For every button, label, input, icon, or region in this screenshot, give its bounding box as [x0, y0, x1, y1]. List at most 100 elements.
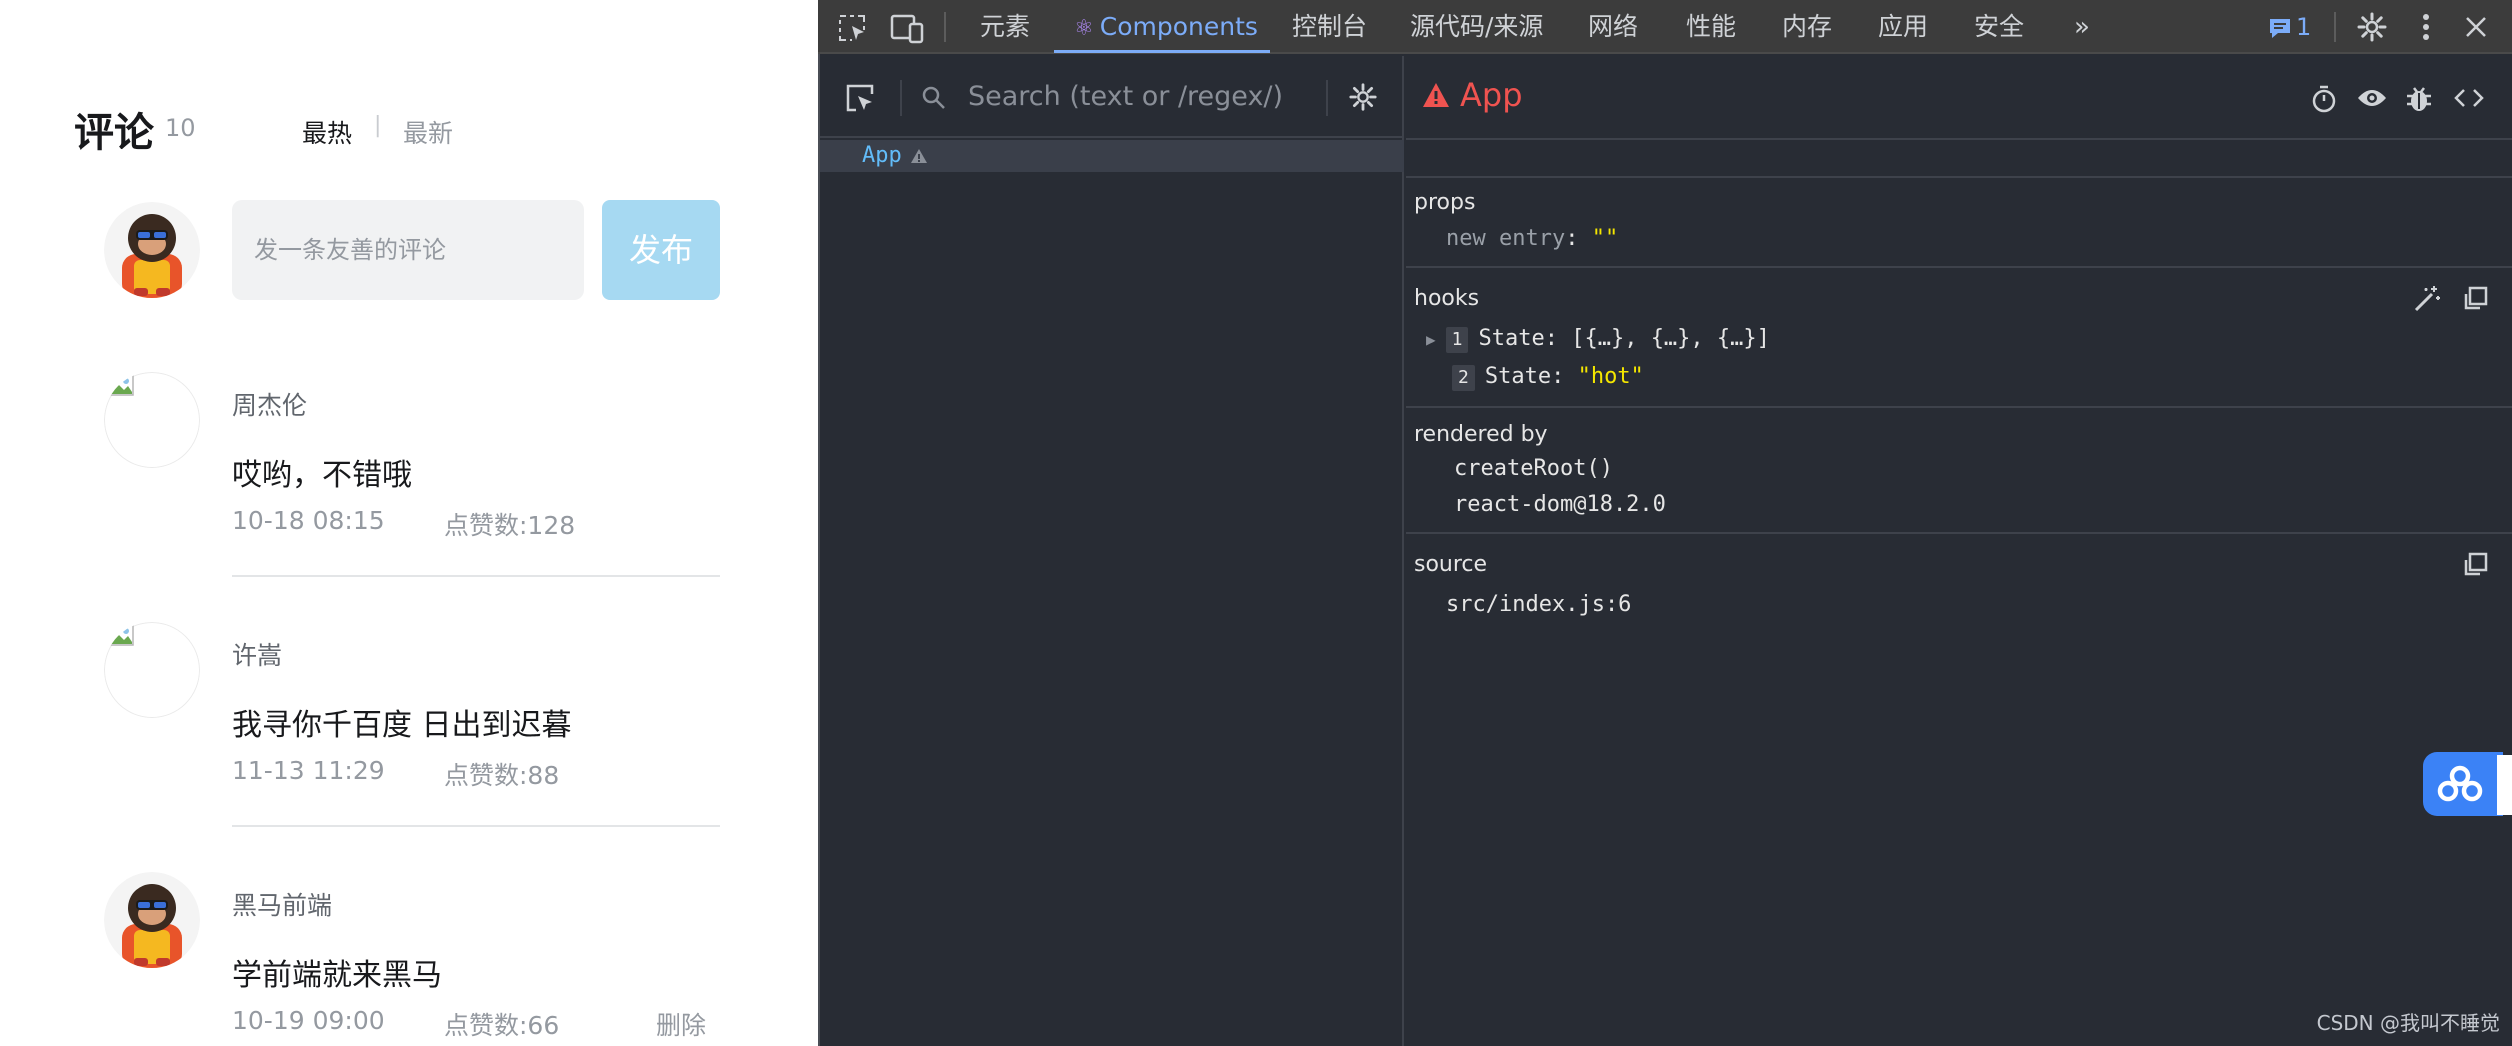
comment-time: 11-13 11:29: [232, 756, 385, 785]
hook-value[interactable]: "hot": [1578, 364, 1644, 389]
tab-console[interactable]: 控制台: [1292, 0, 1367, 54]
tab-security[interactable]: 安全: [1974, 0, 2024, 54]
comment-avatar-broken: [104, 622, 200, 718]
broken-image-icon: [106, 374, 134, 396]
device-toolbar-icon[interactable]: [890, 12, 926, 44]
component-tree-panel: Search (text or /regex/) App: [820, 56, 1404, 1046]
tree-settings-gear-icon[interactable]: [1348, 82, 1378, 112]
hook-value: [{…}, {…}, {…}]: [1571, 326, 1770, 351]
tab-application[interactable]: 应用: [1878, 0, 1928, 54]
inspect-element-icon[interactable]: [836, 12, 868, 44]
expand-arrow-icon[interactable]: ▶: [1426, 330, 1436, 349]
props-row[interactable]: new entry: "": [1446, 226, 1618, 251]
tree-item-label: App: [862, 143, 902, 168]
hook-label: State:: [1484, 364, 1565, 389]
inspected-component-name: App: [1460, 76, 1523, 114]
tab-memory[interactable]: 内存: [1782, 0, 1832, 54]
tree-toolbar-separator: [900, 80, 902, 116]
tree-toolbar: Search (text or /regex/): [820, 56, 1404, 138]
comment-username: 许嵩: [232, 641, 283, 670]
comment-username: 周杰伦: [232, 391, 308, 420]
inspector-header: App: [1406, 56, 2512, 140]
props-section-title: props: [1414, 190, 1476, 215]
close-icon[interactable]: [2464, 15, 2488, 39]
monkey-avatar-icon: [104, 872, 200, 968]
search-icon: [922, 86, 945, 109]
tab-components[interactable]: ⚛ Components: [1074, 0, 1258, 54]
bug-icon[interactable]: [2406, 84, 2432, 114]
sort-separator: |: [374, 113, 382, 138]
comment-divider: [232, 575, 720, 577]
section-divider: [1406, 406, 2512, 408]
comment-text: 学前端就来黑马: [232, 958, 442, 993]
source-section-title: source: [1414, 552, 1488, 577]
rendered-by-item: react-dom@18.2.0: [1454, 492, 1666, 517]
monkey-avatar-icon: [104, 202, 200, 298]
comment-likes: 点赞数:88: [444, 761, 560, 790]
comment-text: 哎哟，不错哦: [232, 458, 412, 493]
section-divider: [1406, 266, 2512, 268]
tab-elements[interactable]: 元素: [980, 0, 1030, 54]
message-icon[interactable]: [2268, 17, 2292, 39]
rendered-by-item: createRoot(): [1454, 456, 1613, 481]
eye-icon[interactable]: [2356, 86, 2388, 110]
floating-cloud-button[interactable]: [2423, 752, 2503, 816]
comment-username: 黑马前端: [232, 891, 333, 920]
hook-label: State:: [1478, 326, 1558, 351]
hook-index: 2: [1452, 365, 1475, 391]
comment-divider: [232, 825, 720, 827]
more-options-icon[interactable]: [2420, 11, 2432, 43]
magic-wand-icon[interactable]: [2412, 284, 2442, 314]
warning-icon: [911, 149, 927, 163]
tab-sources[interactable]: 源代码/来源: [1410, 0, 1543, 54]
active-tab-underline: [1054, 50, 1270, 53]
publish-button[interactable]: 发布: [602, 200, 720, 300]
stopwatch-icon[interactable]: [2310, 84, 2338, 114]
tab-components-label: Components: [1099, 12, 1258, 41]
prop-key: new entry: [1446, 226, 1566, 251]
comment-title: 评论: [74, 110, 154, 156]
tree-toolbar-separator: [1326, 80, 1328, 116]
sort-new-tab[interactable]: 最新: [403, 114, 453, 150]
settings-gear-icon[interactable]: [2356, 11, 2388, 43]
devtools-tab-bar: 元素 ⚛ Components 控制台 源代码/来源 网络 性能 内存 应用 安全…: [818, 0, 2512, 54]
react-icon: ⚛: [1074, 16, 1094, 41]
rendered-by-section-title: rendered by: [1414, 422, 1548, 447]
comment-avatar-broken: [104, 372, 200, 468]
sort-hot-tab[interactable]: 最热: [302, 114, 352, 150]
copy-icon[interactable]: [2462, 552, 2488, 578]
copy-icon[interactable]: [2462, 286, 2488, 312]
hook-row-1[interactable]: ▶ 1 State: [{…}, {…}, {…}]: [1426, 326, 1770, 353]
view-source-icon[interactable]: [2454, 86, 2484, 110]
comment-text: 我寻你千百度 日出到迟暮: [232, 708, 572, 743]
tree-item-app[interactable]: App: [820, 140, 1404, 172]
source-location[interactable]: src/index.js:6: [1446, 592, 1631, 617]
select-element-icon[interactable]: [844, 82, 876, 114]
more-tabs-chevron-icon[interactable]: »: [2074, 0, 2090, 54]
comment-likes: 点赞数:128: [444, 511, 576, 540]
tree-search-input[interactable]: Search (text or /regex/): [968, 56, 1283, 138]
comment-count: 10: [165, 114, 196, 142]
comment-input[interactable]: 发一条友善的评论: [232, 200, 584, 300]
prop-value[interactable]: "": [1592, 226, 1619, 251]
hook-row-2[interactable]: 2 State: "hot": [1452, 364, 1644, 391]
delete-comment-button[interactable]: 删除: [656, 1006, 706, 1042]
tab-performance[interactable]: 性能: [1686, 0, 1736, 54]
comment-likes: 点赞数:66: [444, 1011, 560, 1040]
toolbar-separator: [2334, 12, 2336, 42]
comment-time: 10-18 08:15: [232, 506, 385, 535]
message-count: 1: [2296, 13, 2312, 41]
comment-time: 10-19 09:00: [232, 1006, 385, 1035]
comment-avatar: [104, 872, 200, 968]
inspector-spacer: [1406, 142, 2512, 178]
section-divider: [1406, 532, 2512, 534]
toolbar-separator: [944, 12, 946, 42]
broken-image-icon: [106, 624, 134, 646]
devtools-panel: 元素 ⚛ Components 控制台 源代码/来源 网络 性能 内存 应用 安全…: [818, 0, 2512, 1046]
cloud-icon: [2437, 765, 2483, 802]
warning-icon: [1423, 83, 1449, 107]
hooks-section-title: hooks: [1414, 286, 1480, 311]
current-user-avatar: [104, 202, 200, 298]
tab-network[interactable]: 网络: [1588, 0, 1638, 54]
floating-button-edge: [2497, 755, 2512, 815]
